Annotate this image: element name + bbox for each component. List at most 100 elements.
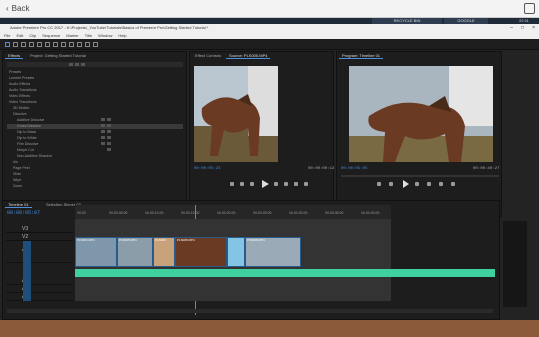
source-patch[interactable] [23,241,31,301]
menu-bar: File Edit Clip Sequence Marker Title Win… [0,32,539,39]
lift-icon[interactable] [427,182,431,186]
extract-icon[interactable] [439,182,443,186]
menu-window[interactable]: Window [98,32,112,39]
step-back-icon[interactable] [250,182,254,186]
effects-item[interactable]: Film Dissolve [17,142,38,147]
maximize-icon[interactable]: □ [521,24,524,32]
effects-item[interactable]: Lumetri Presets [9,76,34,81]
effects-item[interactable]: Dip to Black [17,130,36,135]
effects-item[interactable]: Dip to White [17,136,37,141]
time-ruler[interactable]: 00:00 00:00:05:00 00:00:10:00 00:00:15:0… [75,205,391,219]
tab-project[interactable]: Project: Getting Started Tutorial [27,52,89,59]
effects-item[interactable]: Morph Cut [17,148,34,153]
32bit-effects-icon[interactable] [75,63,79,66]
insert-icon[interactable] [284,182,288,186]
step-forward-icon[interactable] [274,182,278,186]
program-scrubber[interactable] [341,175,499,177]
step-back-icon[interactable] [389,182,393,186]
video-clip[interactable]: PLS006 [153,237,175,267]
track-header-a1[interactable]: A1 [6,277,73,285]
remote-toolbar: ‹ Back [0,0,539,18]
effect-badge-icon [101,136,105,139]
play-icon[interactable] [403,180,409,188]
ruler-label: 00:00:20:00 [217,211,236,215]
pen-tool-icon[interactable] [69,42,74,47]
effects-item[interactable]: Wipe [13,178,21,183]
source-timecode[interactable]: 00:00:05:23 [194,167,220,171]
effects-item[interactable]: Video Effects [9,94,30,99]
minimize-icon[interactable]: – [510,24,513,32]
effects-item[interactable]: 3D Motion [13,106,29,111]
transition[interactable] [227,237,245,267]
effects-item-selected[interactable]: Cross Dissolve [7,124,183,129]
slip-tool-icon[interactable] [53,42,58,47]
slide-tool-icon[interactable] [61,42,66,47]
fullscreen-icon[interactable] [524,3,535,14]
back-button[interactable]: ‹ Back [6,4,29,13]
ripple-edit-tool-icon[interactable] [21,42,26,47]
track-header-a3[interactable]: A3 [6,293,73,301]
effects-item[interactable]: Slide [13,172,21,177]
menu-marker[interactable]: Marker [66,32,78,39]
menu-edit[interactable]: Edit [16,32,23,39]
effects-item[interactable]: Zoom [13,184,22,189]
tab-effect-controls[interactable]: Effect Controls [192,52,224,59]
video-clip[interactable]: PLS009.MP4 [245,237,301,267]
tab-source[interactable]: Source: PLS005.MP4 [226,52,271,59]
accelerated-effects-icon[interactable] [69,63,73,66]
razor-tool-icon[interactable] [45,42,50,47]
track-header-v2[interactable]: V2 [6,233,73,241]
type-tool-icon[interactable] [93,42,98,47]
program-video-frame[interactable] [349,66,493,162]
timeline-timecode[interactable]: 00:00:05:07 [7,210,40,216]
rolling-edit-tool-icon[interactable] [29,42,34,47]
effects-item[interactable]: Non-Additive Dissolve [17,154,52,159]
hand-tool-icon[interactable] [77,42,82,47]
effect-badge-icon [107,130,111,133]
export-frame-icon[interactable] [451,182,455,186]
mark-in-icon[interactable] [230,182,234,186]
menu-clip[interactable]: Clip [29,32,36,39]
effects-item[interactable]: Presets [9,70,21,75]
menu-sequence[interactable]: Sequence [42,32,60,39]
menu-title[interactable]: Title [85,32,92,39]
play-icon[interactable] [262,180,269,188]
back-label: Back [11,4,30,13]
effects-item[interactable]: Audio Effects [9,82,30,87]
zoom-tool-icon[interactable] [85,42,90,47]
effects-item[interactable]: Additive Dissolve [17,118,44,123]
mark-in-icon[interactable] [377,182,381,186]
source-video-frame[interactable] [194,66,278,162]
overwrite-icon[interactable] [294,182,298,186]
track-header-a2[interactable]: A2 [6,285,73,293]
video-clip[interactable]: PLS003.MP4 [75,237,117,267]
tab-effects[interactable]: Effects [5,52,24,59]
selection-tool-icon[interactable] [5,42,10,47]
video-clip[interactable]: PLS005.MP4 [117,237,153,267]
effects-item[interactable]: Video Transitions [9,100,37,105]
menu-file[interactable]: File [4,32,10,39]
export-frame-icon[interactable] [304,182,308,186]
track-select-tool-icon[interactable] [13,42,18,47]
ruler-label: 00:00:30:00 [289,211,308,215]
window-title-text: Adobe Premiere Pro CC 2017 - K:\Projects… [10,25,209,30]
effects-search-input[interactable] [7,62,183,67]
step-forward-icon[interactable] [415,182,419,186]
yuv-effects-icon[interactable] [81,63,85,66]
tab-timeline[interactable]: Timeline 01 [5,201,32,208]
track-header-v3[interactable]: V3 [6,225,73,233]
rate-stretch-tool-icon[interactable] [37,42,42,47]
mark-out-icon[interactable] [240,182,244,186]
tab-program[interactable]: Program: Timeline 01 [339,52,384,59]
menu-help[interactable]: Help [118,32,126,39]
effects-item[interactable]: Dissolve [13,112,27,117]
track-header-v1[interactable]: V1 [6,241,73,263]
video-clip[interactable]: PLS008.MP4 [175,237,227,267]
close-icon[interactable]: × [532,24,535,32]
program-timecode[interactable]: 00:00:05:05 [341,167,367,171]
effects-item[interactable]: Page Peel [13,166,30,171]
timeline-scrollbar[interactable] [7,309,493,313]
audio-clip[interactable] [75,269,495,277]
effects-item[interactable]: Iris [13,160,18,165]
effects-item[interactable]: Audio Transitions [9,88,37,93]
